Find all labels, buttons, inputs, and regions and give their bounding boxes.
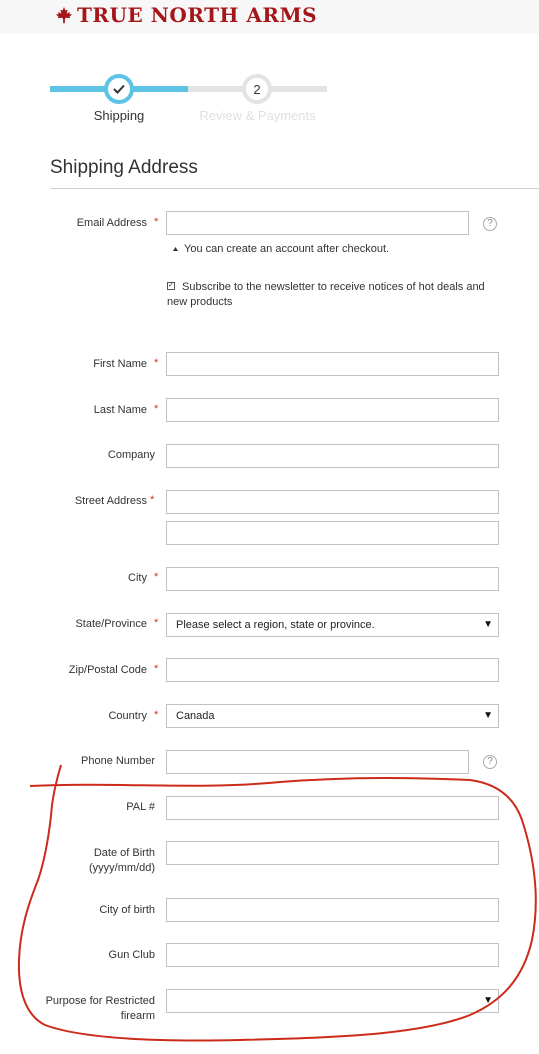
chevron-down-icon: ▼ bbox=[483, 995, 493, 1006]
chevron-down-icon: ▼ bbox=[483, 710, 493, 721]
zip-label: Zip/Postal Code bbox=[68, 664, 147, 676]
country-select[interactable]: Canada ▼ bbox=[166, 704, 499, 728]
dob-field[interactable] bbox=[166, 841, 499, 865]
brand-name: TRUE NORTH ARMS bbox=[77, 3, 318, 27]
required-star: * bbox=[154, 216, 159, 228]
required-star: * bbox=[154, 709, 159, 721]
pal-label: PAL # bbox=[126, 801, 155, 813]
dob-label-text: Date of Birth bbox=[93, 847, 155, 859]
step-shipping-label[interactable]: Shipping bbox=[80, 108, 158, 123]
country-selected-value: Canada bbox=[176, 710, 215, 722]
email-label: Email Address bbox=[76, 217, 147, 229]
pal-field[interactable] bbox=[166, 796, 499, 820]
city-label: City bbox=[128, 572, 147, 584]
last-name-field[interactable] bbox=[166, 398, 499, 422]
required-star: * bbox=[154, 357, 159, 369]
zip-field[interactable] bbox=[166, 658, 499, 682]
street-address-label: Street Address bbox=[74, 495, 147, 507]
birth-city-label: City of birth bbox=[99, 904, 155, 916]
dob-format-hint: (yyyy/mm/dd) bbox=[89, 862, 155, 874]
street-address-line2[interactable] bbox=[166, 521, 499, 545]
dob-label: Date of Birth (yyyy/mm/dd) bbox=[89, 846, 155, 876]
phone-help-icon[interactable]: ? bbox=[483, 755, 497, 769]
step-shipping-circle[interactable] bbox=[104, 74, 134, 104]
email-help-icon[interactable]: ? bbox=[483, 217, 497, 231]
chevron-down-icon: ▼ bbox=[483, 619, 493, 630]
title-divider bbox=[50, 188, 539, 189]
city-field[interactable] bbox=[166, 567, 499, 591]
last-name-label: Last Name bbox=[93, 404, 147, 416]
phone-label: Phone Number bbox=[81, 755, 155, 767]
region-selected-value: Please select a region, state or provinc… bbox=[176, 619, 375, 631]
required-star: * bbox=[154, 403, 159, 415]
region-label: State/Province bbox=[75, 618, 147, 630]
triangle-up-icon bbox=[173, 247, 178, 251]
email-field[interactable] bbox=[166, 211, 469, 235]
site-header: TRUE NORTH ARMS bbox=[0, 0, 539, 34]
step-review-label[interactable]: Review & Payments bbox=[190, 108, 325, 123]
birth-city-field[interactable] bbox=[166, 898, 499, 922]
purpose-label: Purpose for Restricted firearm bbox=[46, 994, 155, 1024]
required-star: * bbox=[154, 571, 159, 583]
region-select[interactable]: Please select a region, state or provinc… bbox=[166, 613, 499, 637]
account-note: You can create an account after checkout… bbox=[184, 243, 390, 255]
newsletter-label[interactable]: Subscribe to the newsletter to receive n… bbox=[167, 280, 507, 310]
first-name-field[interactable] bbox=[166, 352, 499, 376]
purpose-label-line2: firearm bbox=[120, 1010, 155, 1022]
required-star: * bbox=[154, 617, 159, 629]
country-label: Country bbox=[108, 710, 147, 722]
phone-field[interactable] bbox=[166, 750, 469, 774]
page-title: Shipping Address bbox=[50, 157, 198, 178]
required-star: * bbox=[154, 663, 159, 675]
company-field[interactable] bbox=[166, 444, 499, 468]
street-address-line1[interactable] bbox=[166, 490, 499, 514]
checkmark-icon bbox=[113, 84, 125, 94]
purpose-select[interactable]: ▼ bbox=[166, 989, 499, 1013]
site-logo[interactable]: TRUE NORTH ARMS bbox=[55, 3, 317, 27]
maple-leaf-icon bbox=[55, 6, 73, 24]
first-name-label: First Name bbox=[93, 358, 147, 370]
required-star: * bbox=[150, 494, 155, 506]
gun-club-label: Gun Club bbox=[108, 949, 155, 961]
company-label: Company bbox=[107, 449, 155, 461]
gun-club-field[interactable] bbox=[166, 943, 499, 967]
step-review-circle[interactable]: 2 bbox=[242, 74, 272, 104]
step-review-number: 2 bbox=[253, 81, 261, 97]
purpose-label-line1: Purpose for Restricted bbox=[45, 995, 155, 1007]
